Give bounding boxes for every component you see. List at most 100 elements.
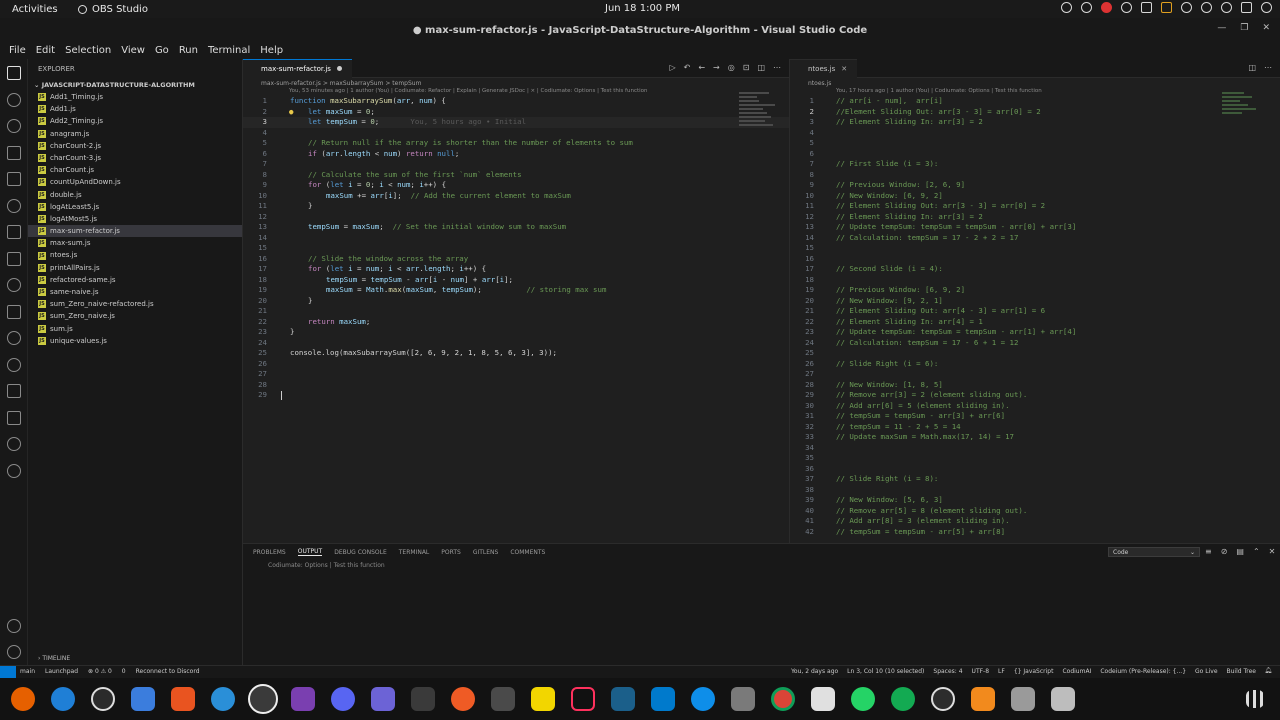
navigate-back-icon[interactable]: ←: [698, 63, 705, 72]
terminal-icon[interactable]: [411, 687, 435, 711]
timeline-section[interactable]: › TIMELINE: [28, 655, 243, 665]
chrome-tray-icon[interactable]: [1121, 2, 1132, 13]
lock-scroll-icon[interactable]: ▤: [1236, 547, 1244, 556]
open-preview-icon[interactable]: ⊡: [743, 63, 750, 72]
codelens-right[interactable]: You, 17 hours ago | 1 author (You) | Cod…: [790, 87, 1280, 96]
notifications-bell-icon[interactable]: 🔔︎: [1264, 667, 1272, 674]
status-item[interactable]: Spaces: 4: [933, 668, 962, 675]
intellij-icon[interactable]: [571, 687, 595, 711]
run-debug-icon[interactable]: [7, 146, 21, 160]
panel-tab-ports[interactable]: PORTS: [441, 549, 461, 556]
clear-output-icon[interactable]: ⊘: [1221, 547, 1228, 556]
status-item[interactable]: Reconnect to Discord: [136, 668, 200, 675]
close-panel-icon[interactable]: ✕: [1269, 547, 1276, 556]
menu-help[interactable]: Help: [255, 45, 288, 56]
workspace-folder[interactable]: ⌄ JAVASCRIPT-DATASTRUCTURE-ALGORITHM: [28, 79, 242, 91]
software-center-icon[interactable]: [171, 687, 195, 711]
edge-icon[interactable]: [51, 687, 75, 711]
menu-view[interactable]: View: [116, 45, 150, 56]
status-item[interactable]: 0: [122, 668, 126, 675]
chrome-icon[interactable]: [771, 687, 795, 711]
close-tab-icon[interactable]: ✕: [841, 65, 847, 73]
show-apps-grid-icon[interactable]: [1246, 690, 1264, 708]
file-item[interactable]: JS Add2_Timing.js: [28, 115, 242, 127]
file-item[interactable]: JS Add1.js: [28, 103, 242, 115]
panel-tab-problems[interactable]: PROBLEMS: [253, 549, 286, 556]
github-icon[interactable]: [7, 358, 21, 372]
status-item[interactable]: main: [20, 668, 35, 675]
status-item[interactable]: {} JavaScript: [1014, 668, 1054, 675]
testing-icon[interactable]: [7, 225, 21, 239]
status-item[interactable]: Launchpad: [45, 668, 78, 675]
status-item[interactable]: Go Live: [1195, 668, 1217, 675]
file-item[interactable]: JS sum.js: [28, 323, 242, 335]
obs-dock-icon[interactable]: [91, 687, 115, 711]
file-item[interactable]: JS anagram.js: [28, 128, 242, 140]
battery-icon[interactable]: [1241, 2, 1252, 13]
file-item[interactable]: JS sum_Zero_naive-refactored.js: [28, 298, 242, 310]
sublime-icon[interactable]: [491, 687, 515, 711]
run-icon[interactable]: ▷: [669, 63, 675, 72]
vscode-icon[interactable]: [651, 687, 675, 711]
text-editor-icon[interactable]: [131, 687, 155, 711]
mongodb-compass-icon[interactable]: [891, 687, 915, 711]
tab-ntoes[interactable]: ntoes.js ✕: [790, 58, 858, 78]
live-share-icon[interactable]: [7, 278, 21, 292]
clock[interactable]: Jun 18 1:00 PM: [605, 3, 680, 14]
file-item[interactable]: JS printAllPairs.js: [28, 262, 242, 274]
file-item[interactable]: JS refactored-same.js: [28, 274, 242, 286]
menu-edit[interactable]: Edit: [31, 45, 60, 56]
copilot-icon[interactable]: [7, 437, 21, 451]
file-item[interactable]: JS charCount.js: [28, 164, 242, 176]
minimap-left[interactable]: [739, 92, 779, 152]
extension-tray-icon[interactable]: [1161, 2, 1172, 13]
discord-icon[interactable]: [331, 687, 355, 711]
trash-icon[interactable]: [1051, 687, 1075, 711]
menu-selection[interactable]: Selection: [60, 45, 116, 56]
app-menu[interactable]: OBS Studio: [78, 4, 148, 15]
codium-icon[interactable]: [7, 199, 21, 213]
extensions-icon[interactable]: [7, 172, 21, 186]
whatsapp-icon[interactable]: [851, 687, 875, 711]
volume-icon[interactable]: [1221, 2, 1232, 13]
status-item[interactable]: You, 2 days ago: [791, 668, 838, 675]
status-item[interactable]: Build Tree: [1227, 668, 1256, 675]
file-item[interactable]: JS ntoes.js: [28, 249, 242, 261]
file-item[interactable]: JS unique-values.js: [28, 335, 242, 347]
activities-button[interactable]: Activities: [12, 4, 72, 15]
notes-icon[interactable]: [371, 687, 395, 711]
file-item[interactable]: JS double.js: [28, 189, 242, 201]
mysql-workbench-icon[interactable]: [611, 687, 635, 711]
gitlens-icon[interactable]: [7, 331, 21, 345]
maximize-panel-icon[interactable]: ⌃: [1253, 547, 1260, 556]
firefox-icon[interactable]: [11, 687, 35, 711]
minimap-right[interactable]: [1222, 92, 1262, 152]
panel-tab-comments[interactable]: COMMENTS: [510, 549, 545, 556]
status-item[interactable]: CodiumAI: [1062, 668, 1091, 675]
panel-tab-debug-console[interactable]: DEBUG CONSOLE: [334, 549, 387, 556]
menu-terminal[interactable]: Terminal: [203, 45, 255, 56]
status-item[interactable]: Codeium (Pre-Release): {...}: [1100, 668, 1186, 675]
navigate-forward-icon[interactable]: →: [713, 63, 720, 72]
menu-go[interactable]: Go: [150, 45, 174, 56]
archive-manager-icon[interactable]: [1011, 687, 1035, 711]
docker-icon[interactable]: [7, 305, 21, 319]
whatsapp-tray-icon[interactable]: [1081, 2, 1092, 13]
tabnine-icon[interactable]: [7, 464, 21, 478]
postman-icon[interactable]: [451, 687, 475, 711]
panel-tab-gitlens[interactable]: GITLENS: [473, 549, 499, 556]
sticky-notes-icon[interactable]: [531, 687, 555, 711]
remote-explorer-icon[interactable]: [7, 252, 21, 266]
video-player-icon[interactable]: [291, 687, 315, 711]
split-editor-icon[interactable]: ◫: [757, 63, 765, 72]
split-editor-icon[interactable]: ◫: [1248, 63, 1256, 72]
go-back-icon[interactable]: ↶: [684, 63, 691, 72]
file-item[interactable]: JS charCount-2.js: [28, 140, 242, 152]
source-control-icon[interactable]: [7, 119, 21, 133]
wifi-icon[interactable]: [1201, 2, 1212, 13]
status-item[interactable]: UTF-8: [972, 668, 990, 675]
file-item[interactable]: JS sum_Zero_naive.js: [28, 310, 242, 322]
panel-tab-terminal[interactable]: TERMINAL: [399, 549, 430, 556]
output-channel-select[interactable]: Code ⌄: [1108, 547, 1200, 557]
status-item[interactable]: LF: [998, 668, 1005, 675]
